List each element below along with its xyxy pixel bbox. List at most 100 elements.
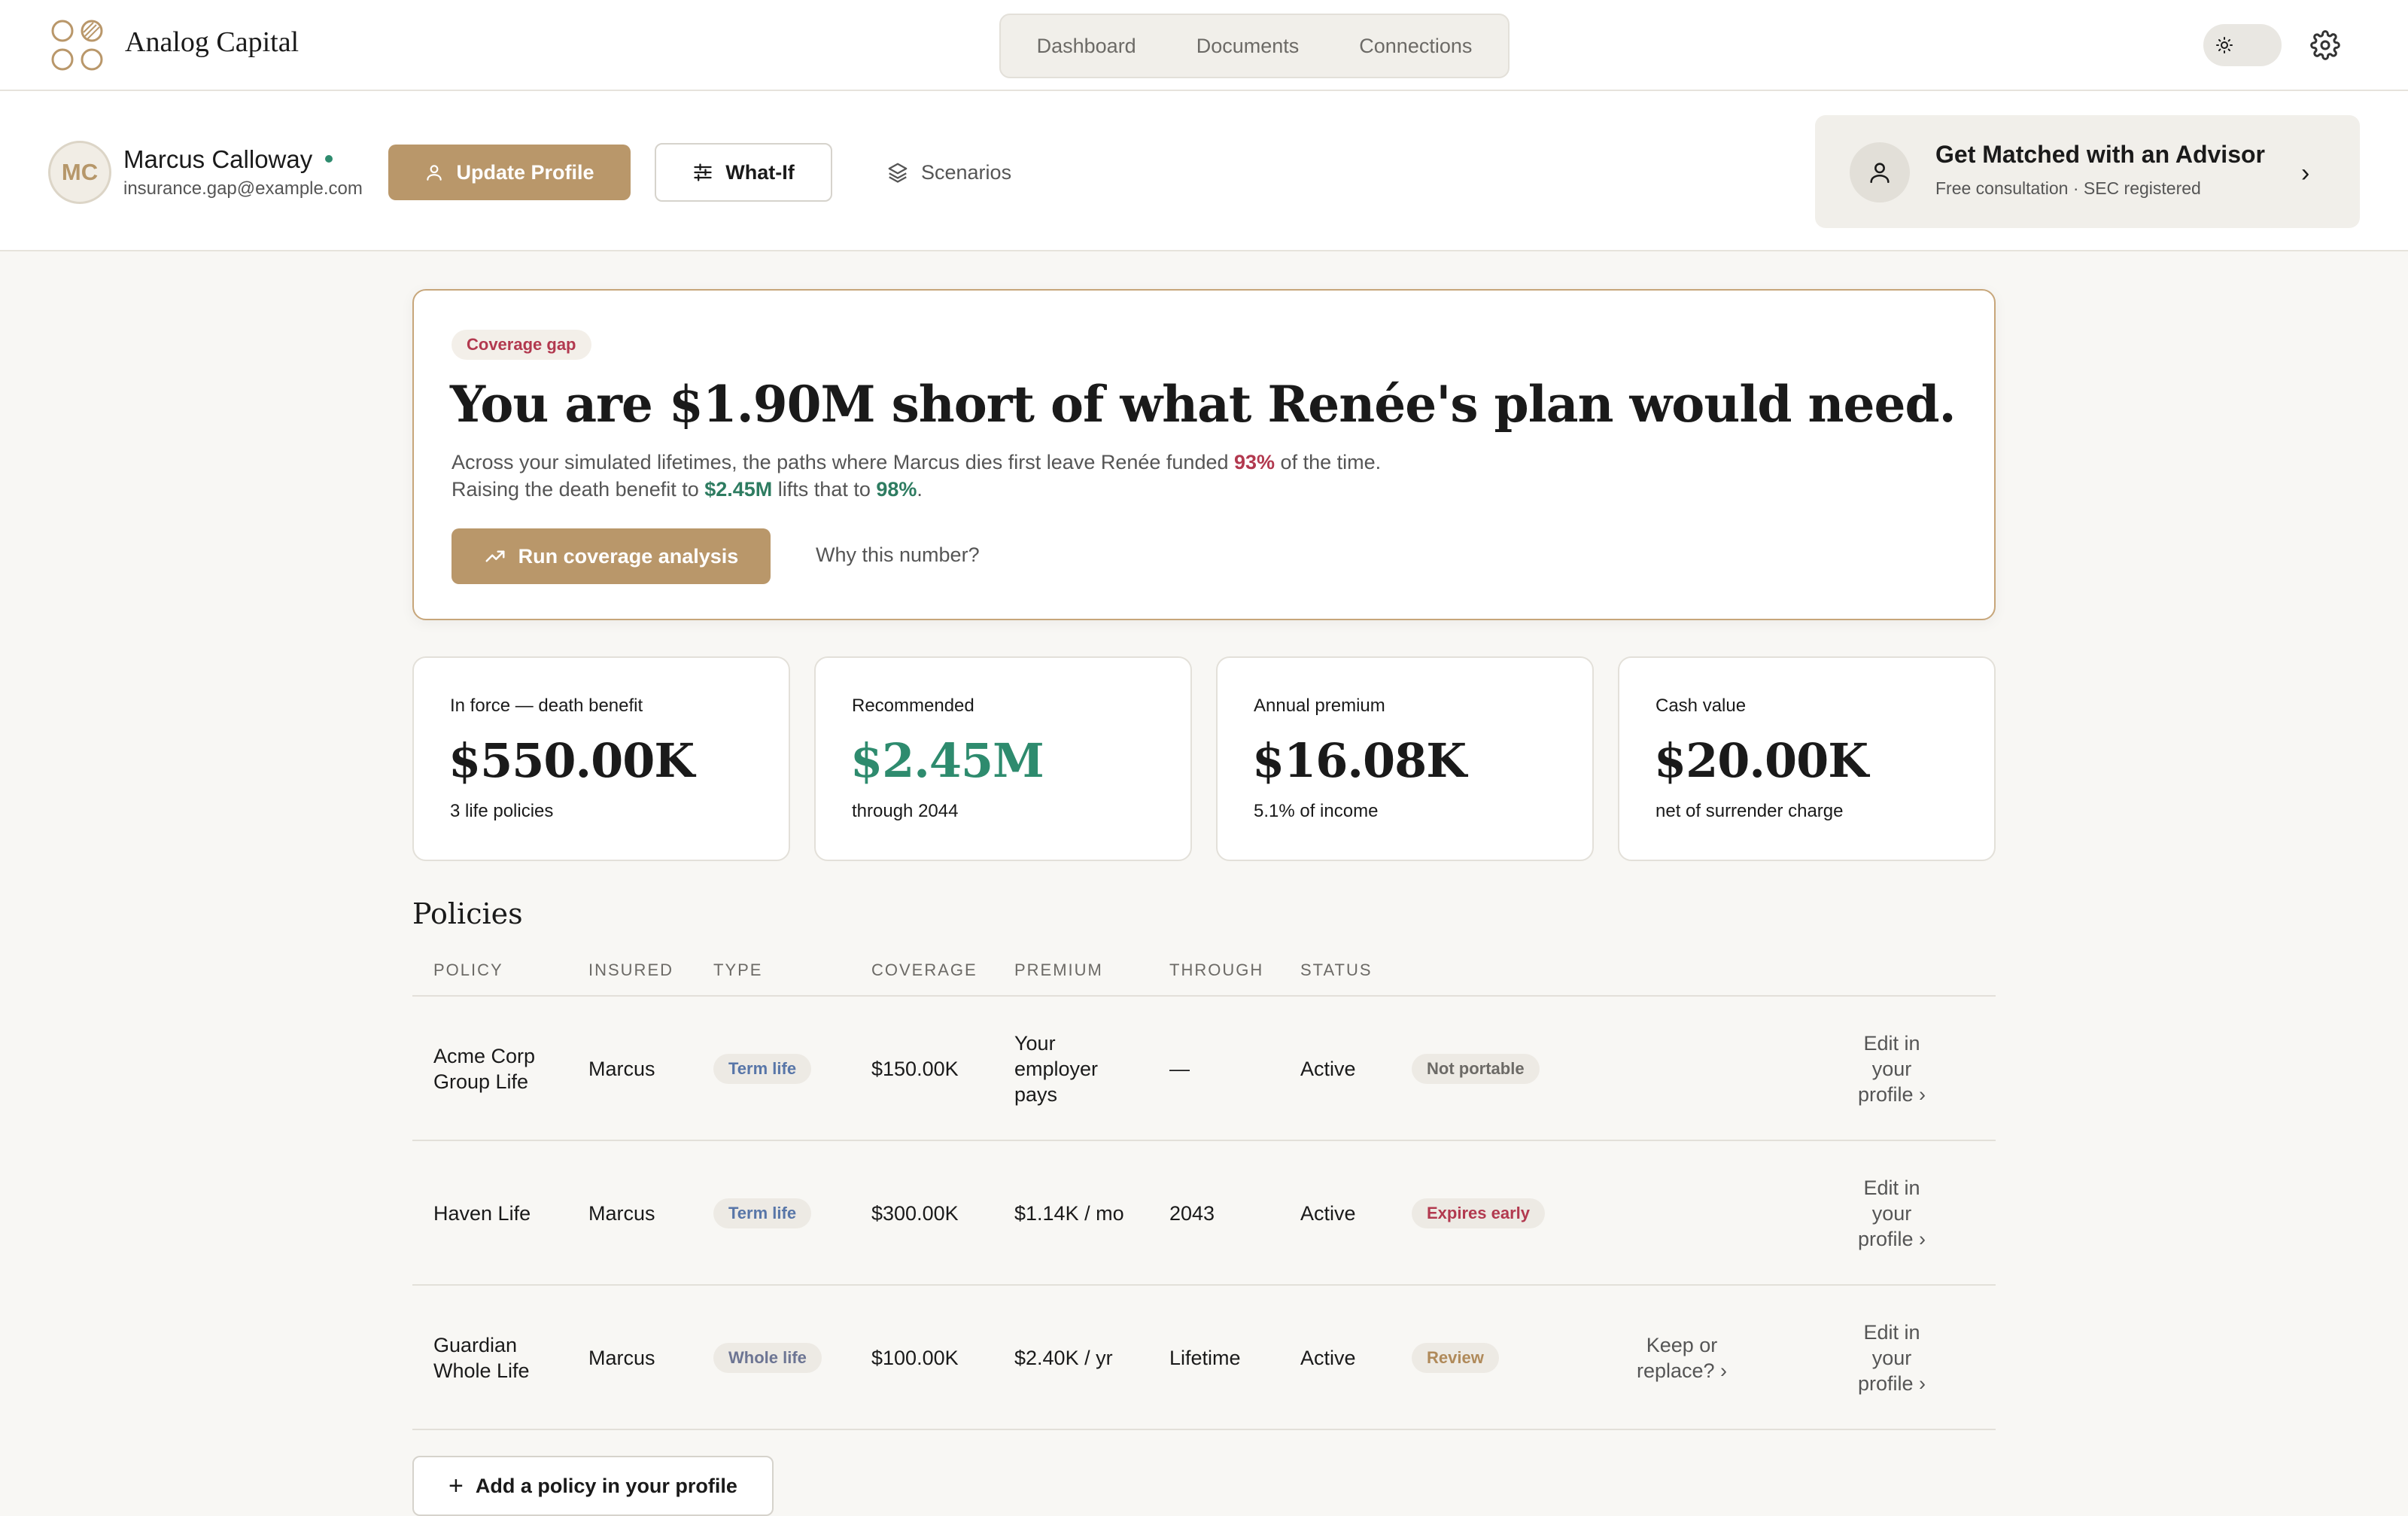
edit-in-profile-link[interactable]: Edit in your profile ›: [1842, 1320, 1941, 1396]
what-if-label: What-If: [725, 160, 795, 184]
table-header: POLICY INSURED TYPE COVERAGE PREMIUM THR…: [412, 942, 1996, 997]
sun-icon: [2211, 32, 2238, 59]
type-tag: Whole life: [713, 1343, 822, 1373]
insured: Marcus: [588, 1202, 655, 1225]
stat-subtext: 3 life policies: [450, 801, 554, 821]
table-row: Guardian Whole Life Marcus Whole life $1…: [412, 1286, 1996, 1430]
profile-name: Marcus Calloway: [123, 145, 313, 173]
col-insured: INSURED: [588, 960, 674, 979]
advisor-subtitle: Free consultation · SEC registered: [1935, 178, 2201, 198]
avatar[interactable]: MC: [48, 141, 111, 204]
tab-connections[interactable]: Connections: [1329, 14, 1502, 78]
funded-pct-now: 93%: [1234, 451, 1275, 473]
funded-pct-target: 98%: [876, 478, 917, 501]
through: 2043: [1169, 1202, 1215, 1225]
col-status: STATUS: [1300, 960, 1373, 979]
update-profile-label: Update Profile: [456, 160, 594, 184]
plus-icon: +: [448, 1471, 464, 1500]
theme-toggle[interactable]: [2203, 24, 2282, 66]
gap-text-4: .: [917, 478, 923, 501]
gap-text-1: Across your simulated lifetimes, the pat…: [451, 451, 1234, 473]
chevron-right-icon: ›: [2301, 159, 2310, 187]
layers-icon: [888, 163, 908, 183]
stat-card-in-force: In force — death benefit $550.00K 3 life…: [412, 656, 790, 861]
add-policy-label: Add a policy in your profile: [475, 1474, 737, 1497]
scenarios-label: Scenarios: [921, 160, 1012, 184]
status: Active: [1300, 1058, 1356, 1080]
gap-headline: You are $1.90M short of what Renée's pla…: [450, 375, 1956, 434]
edit-in-profile-link[interactable]: Edit in your profile ›: [1842, 1175, 1941, 1252]
col-type: TYPE: [713, 960, 763, 979]
stat-value: $20.00K: [1654, 733, 1868, 788]
keep-or-replace-link[interactable]: Keep or replace? ›: [1625, 1332, 1738, 1384]
trending-up-icon: [485, 550, 505, 562]
coverage: $100.00K: [871, 1347, 959, 1369]
policies-table: POLICY INSURED TYPE COVERAGE PREMIUM THR…: [412, 942, 1996, 1430]
premium: $2.40K / yr: [1014, 1347, 1113, 1369]
insured: Marcus: [588, 1347, 655, 1369]
stat-label: Recommended: [852, 696, 974, 716]
stat-card-recommended: Recommended $2.45M through 2044: [814, 656, 1192, 861]
stat-value: $2.45M: [850, 733, 1044, 788]
premium: $1.14K / mo: [1014, 1202, 1124, 1225]
gap-text-3: lifts that to: [772, 478, 877, 501]
policies-heading: Policies: [412, 897, 523, 930]
col-policy: POLICY: [433, 960, 503, 979]
logo-icon: [51, 20, 103, 71]
table-row: Haven Life Marcus Term life $300.00K $1.…: [412, 1141, 1996, 1286]
coverage: $150.00K: [871, 1058, 959, 1080]
tab-documents[interactable]: Documents: [1166, 14, 1330, 78]
person-icon: [1850, 142, 1910, 202]
target-benefit: $2.45M: [704, 478, 773, 501]
type-tag: Term life: [713, 1054, 812, 1084]
update-profile-button[interactable]: Update Profile: [388, 145, 631, 200]
user-icon: [427, 165, 442, 181]
advisor-title: Get Matched with an Advisor: [1935, 141, 2265, 168]
policy-name: Guardian Whole Life: [433, 1334, 530, 1382]
scenarios-button[interactable]: Scenarios: [886, 155, 1011, 190]
table-row: Acme Corp Group Life Marcus Term life $1…: [412, 997, 1996, 1141]
gear-icon[interactable]: [2310, 30, 2340, 60]
stat-value: $550.00K: [448, 733, 695, 788]
status-badge: Expires early: [1412, 1198, 1545, 1228]
type-tag: Term life: [713, 1198, 812, 1228]
stat-label: In force — death benefit: [450, 696, 643, 716]
why-this-number-link[interactable]: Why this number?: [816, 543, 980, 567]
col-through: THROUGH: [1169, 960, 1264, 979]
stat-card-annual-premium: Annual premium $16.08K 5.1% of income: [1216, 656, 1594, 861]
through: Lifetime: [1169, 1347, 1241, 1369]
advisor-match-card[interactable]: Get Matched with an Advisor Free consult…: [1815, 115, 2360, 228]
policy-name: Haven Life: [433, 1202, 531, 1225]
premium: Your employer pays: [1014, 1032, 1099, 1106]
coverage-gap-card: Coverage gap You are $1.90M short of wha…: [412, 289, 1996, 620]
status-badge: Not portable: [1412, 1054, 1540, 1084]
stat-label: Annual premium: [1254, 696, 1385, 716]
profile-bar: MC Marcus Calloway insurance.gap@example…: [0, 91, 2408, 251]
policy-name: Acme Corp Group Life: [433, 1045, 536, 1093]
col-premium: PREMIUM: [1014, 960, 1103, 979]
stat-card-cash-value: Cash value $20.00K net of surrender char…: [1618, 656, 1996, 861]
status: Active: [1300, 1202, 1356, 1225]
through: —: [1169, 1058, 1190, 1080]
main-nav: Dashboard Documents Connections: [999, 14, 1510, 78]
stat-label: Cash value: [1655, 696, 1747, 716]
add-policy-button[interactable]: + Add a policy in your profile: [412, 1456, 774, 1516]
stat-value: $16.08K: [1252, 733, 1467, 788]
tab-dashboard[interactable]: Dashboard: [1007, 14, 1166, 78]
status-badge: Review: [1412, 1343, 1499, 1373]
stat-subtext: 5.1% of income: [1254, 801, 1379, 821]
run-coverage-analysis-button[interactable]: Run coverage analysis: [451, 528, 771, 584]
insured: Marcus: [588, 1058, 655, 1080]
top-nav: Analog Capital Dashboard Documents Conne…: [0, 0, 2408, 91]
edit-in-profile-link[interactable]: Edit in your profile ›: [1842, 1030, 1941, 1107]
what-if-button[interactable]: What-If: [655, 143, 832, 202]
run-coverage-label: Run coverage analysis: [518, 544, 739, 568]
profile-email: insurance.gap@example.com: [123, 178, 363, 199]
online-status-dot: [325, 155, 333, 163]
status: Active: [1300, 1347, 1356, 1369]
stat-subtext: through 2044: [852, 801, 959, 821]
gap-explanation: Across your simulated lifetimes, the pat…: [451, 449, 1415, 503]
coverage-gap-badge: Coverage gap: [451, 330, 591, 360]
stat-subtext: net of surrender charge: [1655, 801, 1844, 821]
sliders-icon: [694, 163, 712, 181]
